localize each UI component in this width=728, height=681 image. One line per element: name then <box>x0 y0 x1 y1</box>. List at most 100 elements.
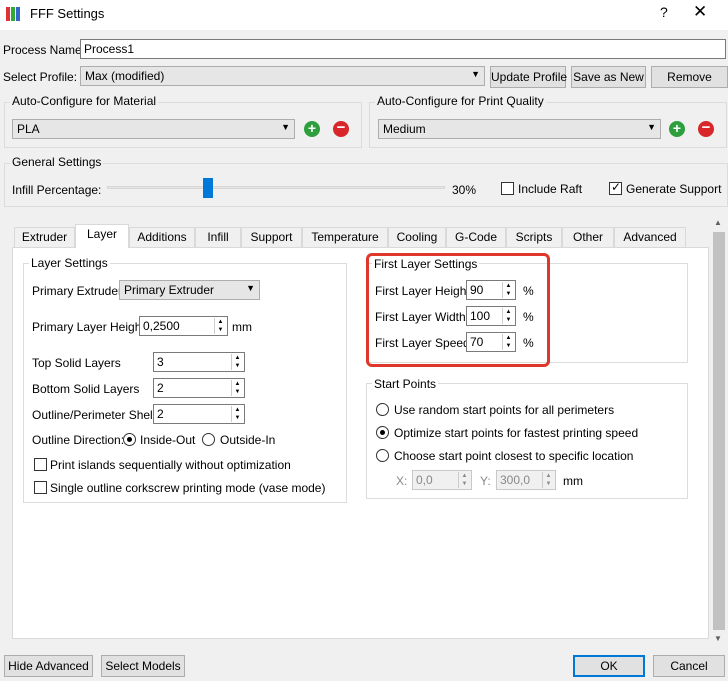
coordinate-unit: mm <box>563 474 583 488</box>
tab-gcode[interactable]: G-Code <box>446 227 506 247</box>
print-islands-label: Print islands sequentially without optim… <box>50 458 291 472</box>
top-solid-layers-spinner[interactable]: 3 ▲ ▼ <box>153 352 245 372</box>
material-dropdown-value: PLA <box>17 122 40 136</box>
profile-dropdown[interactable]: Max (modified) ▼ <box>80 66 485 86</box>
random-start-label: Use random start points for all perimete… <box>394 403 615 417</box>
quality-dropdown-value: Medium <box>383 122 426 136</box>
infill-value: 30% <box>452 183 477 197</box>
close-button[interactable]: ✕ <box>693 2 707 22</box>
layer-settings-title: Layer Settings <box>29 256 110 270</box>
tab-temperature[interactable]: Temperature <box>302 227 388 247</box>
first-layer-settings-title: First Layer Settings <box>372 257 480 271</box>
cancel-button[interactable]: Cancel <box>653 655 725 677</box>
outline-direction-label: Outline Direction: <box>32 433 125 447</box>
app-logo-icon <box>6 7 20 21</box>
update-profile-button[interactable]: Update Profile <box>490 66 567 88</box>
remove-material-icon[interactable]: − <box>333 120 349 137</box>
scroll-up-icon[interactable]: ▲ <box>714 218 722 227</box>
start-points-title: Start Points <box>372 377 439 391</box>
spinner-arrows-icon[interactable]: ▲ ▼ <box>231 406 243 422</box>
tab-additions[interactable]: Additions <box>129 227 195 247</box>
x-label: X: <box>396 474 408 488</box>
inside-out-label: Inside-Out <box>140 433 196 447</box>
top-solid-layers-label: Top Solid Layers <box>32 356 121 370</box>
bottom-solid-layers-label: Bottom Solid Layers <box>32 382 140 396</box>
layer-height-spinner[interactable]: 0,2500 ▲ ▼ <box>139 316 228 336</box>
quality-dropdown[interactable]: Medium ▼ <box>378 119 661 139</box>
x-coordinate-value: 0,0 <box>416 473 433 487</box>
tab-other[interactable]: Other <box>562 227 614 247</box>
profile-dropdown-value: Max (modified) <box>85 69 165 83</box>
auto-material-title: Auto-Configure for Material <box>10 94 159 108</box>
vase-mode-label: Single outline corkscrew printing mode (… <box>50 481 326 495</box>
save-as-new-button[interactable]: Save as New <box>571 66 646 88</box>
layer-height-value: 0,2500 <box>143 319 180 333</box>
top-solid-layers-value: 3 <box>157 355 164 369</box>
help-button[interactable]: ? <box>660 4 668 20</box>
infill-percentage-label: Infill Percentage: <box>12 183 102 197</box>
tab-cooling[interactable]: Cooling <box>388 227 446 247</box>
select-profile-label: Select Profile: <box>3 70 78 84</box>
title-bar <box>0 0 728 30</box>
print-islands-checkbox[interactable] <box>34 458 47 471</box>
add-quality-icon[interactable]: + <box>669 121 685 137</box>
spinner-arrows-icon[interactable]: ▲ ▼ <box>214 318 226 334</box>
tab-support[interactable]: Support <box>241 227 302 247</box>
scrollbar-thumb[interactable] <box>713 232 725 630</box>
hide-advanced-button[interactable]: Hide Advanced <box>4 655 93 677</box>
outside-in-radio[interactable] <box>202 433 215 446</box>
outside-in-label: Outside-In <box>220 433 276 447</box>
infill-slider[interactable] <box>107 186 445 189</box>
spinner-arrows-icon[interactable]: ▲ ▼ <box>231 354 243 370</box>
optimize-start-radio[interactable] <box>376 426 389 439</box>
tab-extruder[interactable]: Extruder <box>14 227 75 247</box>
layer-height-unit: mm <box>232 320 252 334</box>
spinner-arrows-icon[interactable]: ▲ ▼ <box>231 380 243 396</box>
include-raft-checkbox[interactable] <box>501 182 514 195</box>
optimize-start-label: Optimize start points for fastest printi… <box>394 426 639 440</box>
y-coordinate-spinner[interactable]: 300,0 ▲ ▼ <box>496 470 556 490</box>
perimeter-shells-label: Outline/Perimeter Shells <box>32 408 162 422</box>
chevron-down-icon: ▼ <box>246 283 255 293</box>
general-settings-title: General Settings <box>10 155 104 169</box>
vase-mode-checkbox[interactable] <box>34 481 47 494</box>
material-dropdown[interactable]: PLA ▼ <box>12 119 295 139</box>
include-raft-label: Include Raft <box>518 182 583 196</box>
random-start-radio[interactable] <box>376 403 389 416</box>
chevron-down-icon: ▼ <box>647 122 656 132</box>
scroll-down-icon[interactable]: ▼ <box>714 634 722 643</box>
primary-extruder-value: Primary Extruder <box>124 283 215 297</box>
closest-start-label: Choose start point closest to specific l… <box>394 449 634 463</box>
bottom-solid-layers-value: 2 <box>157 381 164 395</box>
remove-quality-icon[interactable]: − <box>698 120 714 137</box>
inside-out-radio[interactable] <box>123 433 136 446</box>
generate-support-checkbox[interactable] <box>609 180 622 195</box>
chevron-down-icon: ▼ <box>281 122 290 132</box>
infill-slider-thumb[interactable] <box>203 178 214 198</box>
perimeter-shells-value: 2 <box>157 407 164 421</box>
bottom-solid-layers-spinner[interactable]: 2 ▲ ▼ <box>153 378 245 398</box>
select-models-button[interactable]: Select Models <box>101 655 185 677</box>
y-label: Y: <box>480 474 491 488</box>
tab-layer[interactable]: Layer <box>75 224 129 248</box>
tab-advanced[interactable]: Advanced <box>614 227 686 247</box>
spinner-arrows-icon[interactable]: ▲ ▼ <box>458 472 470 488</box>
perimeter-shells-spinner[interactable]: 2 ▲ ▼ <box>153 404 245 424</box>
ok-button[interactable]: OK <box>573 655 645 677</box>
process-name-input[interactable]: Process1 <box>80 39 726 59</box>
primary-extruder-label: Primary Extruder <box>32 284 123 298</box>
process-name-label: Process Name: <box>3 43 86 57</box>
chevron-down-icon: ▼ <box>471 69 480 79</box>
add-material-icon[interactable]: + <box>304 121 320 137</box>
primary-extruder-dropdown[interactable]: Primary Extruder ▼ <box>119 280 260 300</box>
x-coordinate-spinner[interactable]: 0,0 ▲ ▼ <box>412 470 472 490</box>
tab-infill[interactable]: Infill <box>195 227 241 247</box>
spinner-arrows-icon[interactable]: ▲ ▼ <box>542 472 554 488</box>
layer-height-label: Primary Layer Height <box>32 320 145 334</box>
closest-start-radio[interactable] <box>376 449 389 462</box>
y-coordinate-value: 300,0 <box>500 473 531 487</box>
auto-quality-title: Auto-Configure for Print Quality <box>375 94 546 108</box>
tab-scripts[interactable]: Scripts <box>506 227 562 247</box>
generate-support-label: Generate Support <box>626 182 722 196</box>
remove-profile-button[interactable]: Remove <box>651 66 728 88</box>
